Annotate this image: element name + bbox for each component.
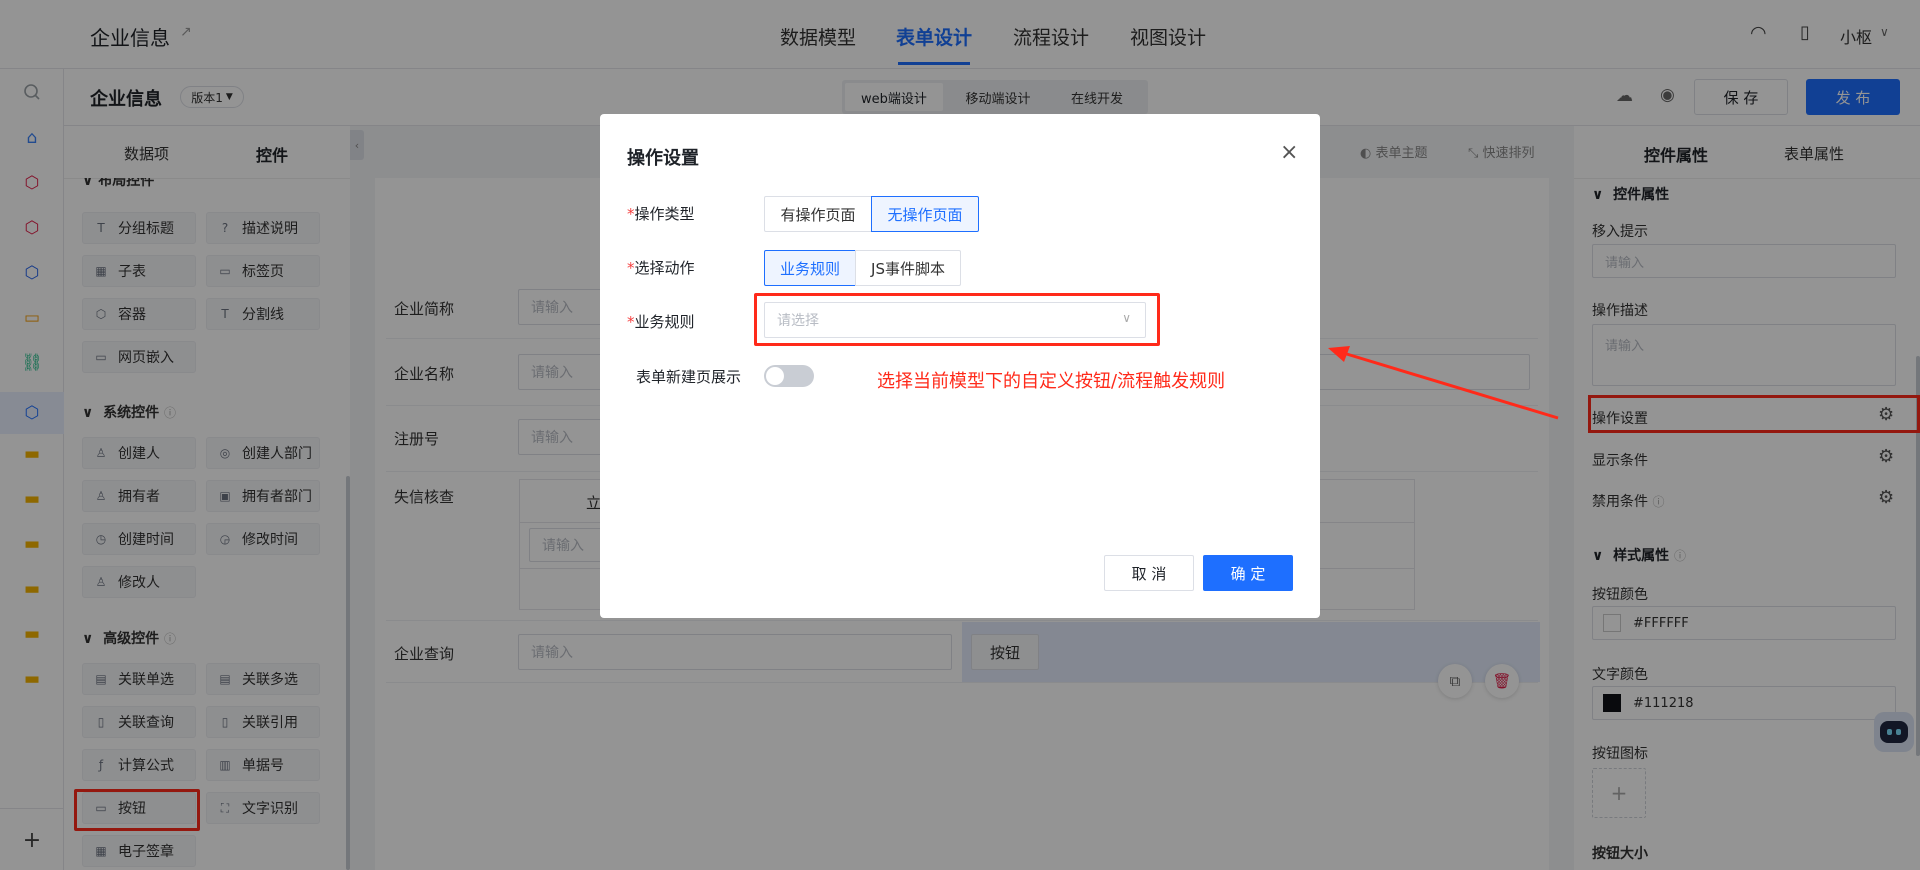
cancel-button[interactable]: 取 消: [1104, 555, 1194, 591]
show-on-new-label: 表单新建页展示: [636, 368, 742, 386]
dialog-title: 操作设置: [627, 148, 699, 169]
show-on-new-toggle[interactable]: [764, 365, 814, 387]
confirm-button[interactable]: 确 定: [1203, 555, 1293, 591]
annotation-text: 选择当前模型下的自定义按钮/流程触发规则: [877, 371, 1226, 392]
annotation-arrow: [1328, 346, 1559, 420]
action-business-rule[interactable]: 业务规则: [764, 250, 856, 286]
rule-label: *业务规则: [627, 313, 695, 331]
action-label: *选择动作: [627, 259, 695, 277]
highlight-box: [754, 293, 1160, 346]
op-settings-dialog: 操作设置 × *操作类型 有操作页面 无操作页面 *选择动作 业务规则 JS事件…: [600, 114, 1320, 618]
op-type-text: 操作类型: [634, 205, 695, 223]
close-icon[interactable]: ×: [1280, 140, 1298, 165]
action-text: 选择动作: [634, 259, 695, 277]
rule-text: 业务规则: [634, 313, 695, 331]
op-type-label: *操作类型: [627, 205, 695, 223]
op-type-no-page[interactable]: 无操作页面: [871, 196, 979, 232]
action-js-script[interactable]: JS事件脚本: [855, 250, 961, 286]
op-type-with-page[interactable]: 有操作页面: [764, 196, 872, 232]
